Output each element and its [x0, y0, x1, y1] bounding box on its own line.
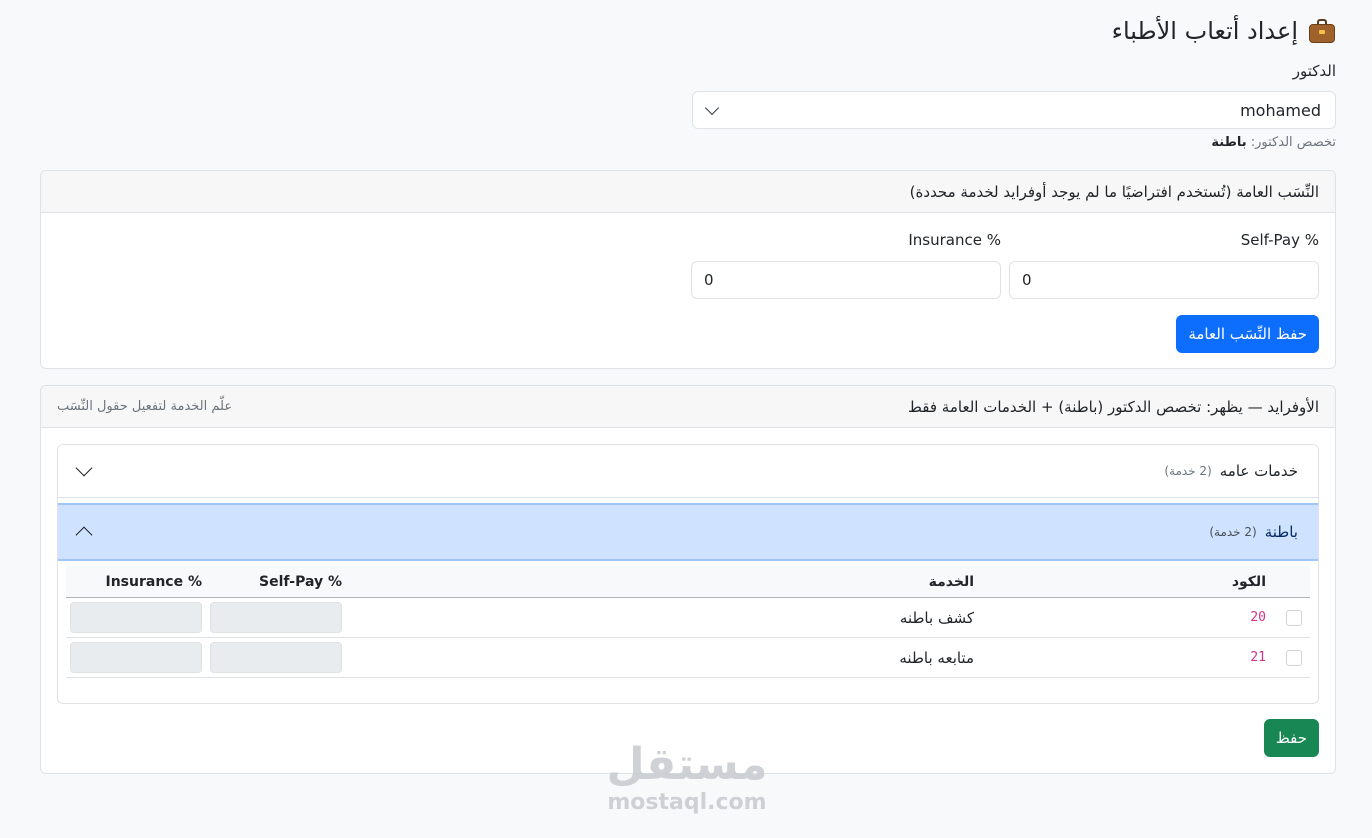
self-pay-override-input: [210, 642, 342, 673]
group-name: باطنة: [1264, 523, 1298, 541]
group-name: خدمات عامه: [1219, 462, 1298, 480]
save-general-rates-button[interactable]: حفظ النِّسَب العامة: [1176, 315, 1319, 353]
self-pay-label: Self-Pay %: [1240, 231, 1319, 249]
accordion-title: باطنة (2 خدمة): [1209, 523, 1298, 541]
insurance-override-input: [70, 602, 202, 633]
service-code: 21: [1250, 650, 1266, 665]
service-name: متابعه باطنه: [899, 648, 974, 667]
specialty-prefix: تخصص الدكتور:: [1250, 135, 1336, 150]
watermark-logo: مستقل mostaql.com: [602, 740, 772, 816]
column-code: الكود: [1231, 573, 1266, 590]
page-header: إعداد أتعاب الأطباء: [1112, 14, 1336, 48]
override-card: الأوفرايد — يظهر: تخصص الدكتور (باطنة) +…: [40, 385, 1336, 774]
self-pay-override-input: [210, 602, 342, 633]
briefcase-icon: [1308, 18, 1336, 44]
accordion-item-internal-medicine[interactable]: باطنة (2 خدمة): [58, 503, 1318, 561]
column-self-pay: Self-Pay %: [259, 573, 342, 590]
service-checkbox[interactable]: [1286, 609, 1302, 626]
table-row: 20 كشف باطنه: [66, 598, 1310, 638]
specialty-value: باطنة: [1211, 135, 1247, 150]
general-rates-card: النِّسَب العامة (تُستخدم افتراضيًا ما لم…: [40, 170, 1336, 369]
self-pay-input[interactable]: 0: [1009, 261, 1319, 299]
save-override-button[interactable]: حفظ: [1263, 719, 1319, 757]
service-name: كشف باطنه: [899, 608, 974, 627]
page-title: إعداد أتعاب الأطباء: [1111, 17, 1298, 45]
doctor-select-value: mohamed: [1240, 100, 1321, 120]
chevron-down-icon: [75, 459, 93, 477]
services-table: الكود الخدمة Self-Pay % Insurance % 20 ك…: [66, 566, 1310, 678]
column-service: الخدمة: [928, 573, 974, 590]
accordion-item-general-services[interactable]: خدمات عامه (2 خدمة): [58, 445, 1318, 498]
general-rates-header: النِّسَب العامة (تُستخدم افتراضيًا ما لم…: [41, 171, 1335, 213]
override-header: الأوفرايد — يظهر: تخصص الدكتور (باطنة) +…: [41, 386, 1335, 428]
general-rates-title: النِّسَب العامة (تُستخدم افتراضيًا ما لم…: [909, 182, 1319, 201]
accordion-title: خدمات عامه (2 خدمة): [1164, 462, 1298, 480]
group-count: (2 خدمة): [1164, 464, 1212, 478]
service-checkbox[interactable]: [1286, 649, 1302, 666]
watermark-english: mostaql.com: [607, 790, 767, 815]
override-hint: علّم الخدمة لتفعيل حقول النِّسَب: [57, 399, 233, 414]
table-row: 21 متابعه باطنه: [66, 638, 1310, 678]
column-insurance: Insurance %: [105, 573, 203, 590]
services-accordion: خدمات عامه (2 خدمة) باطنة (2 خدمة) الكود…: [57, 444, 1319, 704]
table-header: الكود الخدمة Self-Pay % Insurance %: [66, 566, 1310, 598]
service-code: 20: [1250, 610, 1266, 625]
group-count: (2 خدمة): [1209, 525, 1257, 539]
override-title: الأوفرايد — يظهر: تخصص الدكتور (باطنة) +…: [908, 397, 1319, 416]
insurance-label: Insurance %: [908, 231, 1001, 249]
doctor-specialty: تخصص الدكتور: باطنة: [1211, 135, 1336, 150]
insurance-override-input: [70, 642, 202, 673]
doctor-label: الدكتور: [1292, 62, 1336, 80]
insurance-input[interactable]: 0: [691, 261, 1001, 299]
doctor-select[interactable]: mohamed: [692, 91, 1336, 129]
watermark-arabic: مستقل: [606, 739, 768, 790]
chevron-up-icon: [75, 526, 93, 544]
